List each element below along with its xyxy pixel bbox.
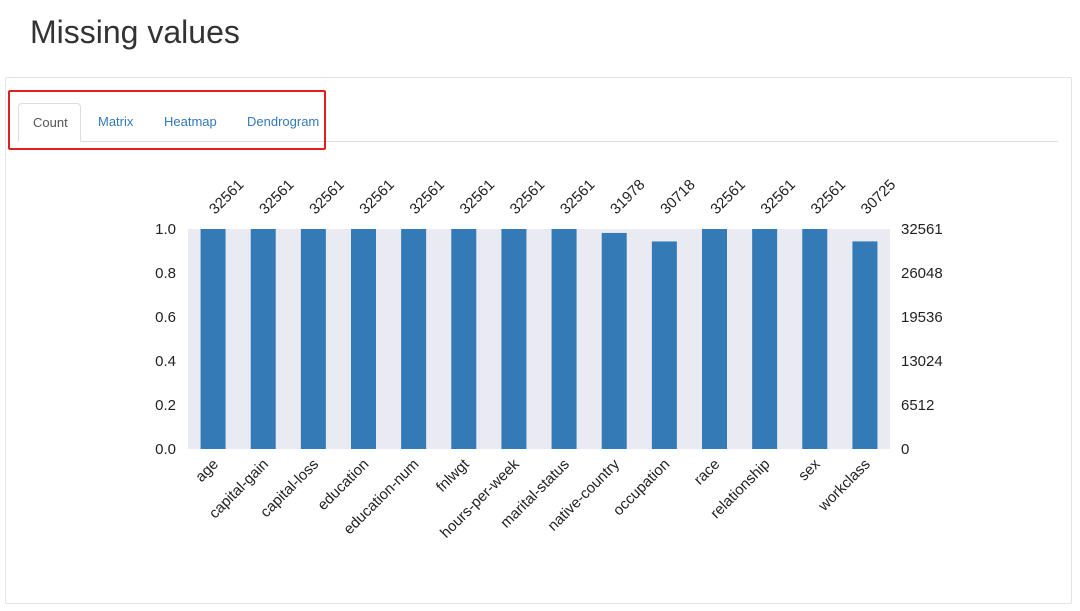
bar-capital-gain [250, 229, 276, 449]
bar-workclass [852, 241, 878, 449]
bar-capital-loss [300, 229, 326, 449]
category-label: sex [795, 455, 824, 484]
plot-background [188, 229, 890, 449]
bar-native-country [601, 232, 627, 449]
bar-relationship [752, 229, 778, 449]
bar-education-num [401, 229, 427, 449]
left-axis-tick: 0.6 [155, 309, 176, 326]
count-label: 32561 [356, 176, 398, 218]
bar-age [200, 229, 226, 449]
right-axis-tick: 13024 [901, 353, 943, 370]
left-axis-tick: 0.4 [155, 353, 176, 370]
count-label: 30725 [858, 176, 900, 218]
right-axis-tick: 6512 [901, 397, 934, 414]
count-label: 31978 [607, 176, 649, 218]
bar-education [351, 229, 376, 449]
count-label: 32561 [406, 176, 448, 218]
left-axis-tick: 0.0 [155, 441, 176, 458]
count-label: 32561 [507, 176, 549, 218]
category-label: fnlwgt [433, 455, 473, 495]
count-label: 32561 [757, 176, 799, 218]
count-label: 30718 [657, 176, 699, 218]
right-axis-tick: 32561 [901, 221, 943, 238]
bar-occupation [651, 241, 677, 449]
count-label: 32561 [707, 176, 749, 218]
count-label: 32561 [557, 176, 599, 218]
count-label: 32561 [256, 176, 298, 218]
right-axis-tick: 26048 [901, 265, 943, 282]
category-label: workclass [814, 456, 873, 515]
count-label: 32561 [808, 176, 850, 218]
right-axis-tick: 19536 [901, 309, 943, 326]
bar-hours-per-week [501, 229, 527, 449]
count-label: 32561 [457, 176, 499, 218]
bar-fnlwgt [451, 229, 477, 449]
category-label: age [192, 456, 222, 486]
bar-race [702, 229, 727, 449]
count-label: 32561 [206, 176, 248, 218]
left-axis-tick: 0.8 [155, 265, 176, 282]
left-axis-tick: 1.0 [155, 221, 176, 238]
left-axis-tick: 0.2 [155, 397, 176, 414]
bar-sex [802, 229, 828, 449]
missing-values-bar-chart: 32561age32561capital-gain32561capital-lo… [155, 176, 943, 541]
count-label: 32561 [306, 176, 348, 218]
bar-marital-status [551, 229, 577, 449]
category-label: race [691, 456, 724, 489]
right-axis-tick: 0 [901, 441, 909, 458]
